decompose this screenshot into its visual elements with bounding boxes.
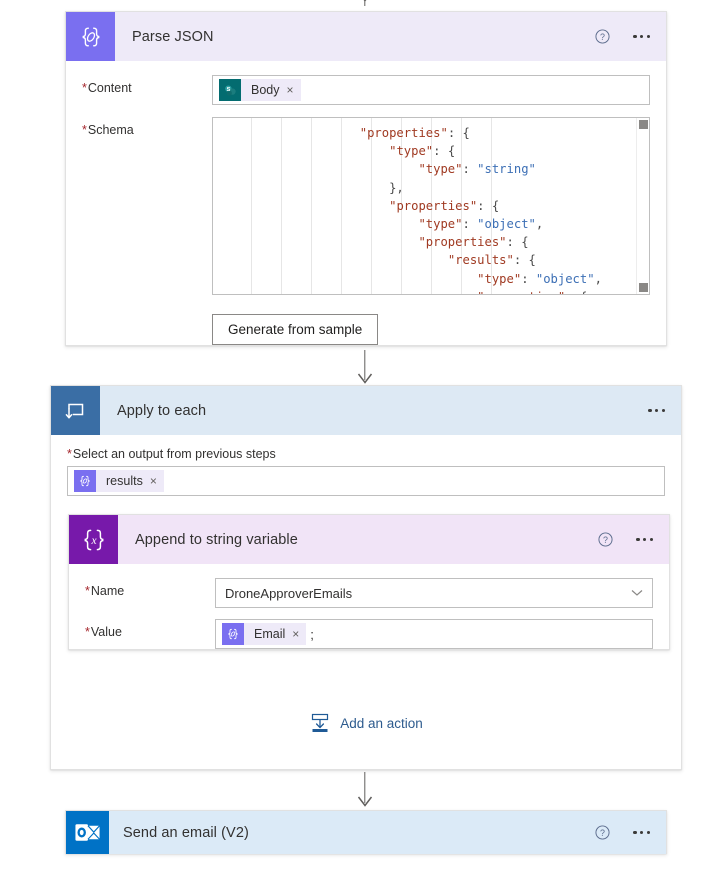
flow-designer-canvas: Parse JSON ? *Content S Body × *Schema "… [0,0,704,871]
connector-apply-to-each-to-send-email [343,772,387,810]
help-icon[interactable]: ? [595,825,610,840]
add-an-action-label: Add an action [340,715,423,731]
required-asterisk: * [82,123,87,137]
svg-text:x: x [90,535,97,547]
parse-json-icon [74,470,96,492]
action-card-append-to-string-variable[interactable]: x Append to string variable ? *Name Dron… [68,514,670,650]
field-value: *Value Email × ; [69,608,669,649]
generate-from-sample-button[interactable]: Generate from sample [212,314,379,345]
required-asterisk: * [85,584,90,598]
token-label-results: results [106,474,143,488]
card-title-send-an-email-v2: Send an email (V2) [123,824,249,841]
scope-card-apply-to-each[interactable]: Apply to each *Select an output from pre… [50,385,682,770]
token-remove-results[interactable]: × [150,475,164,487]
svg-text:?: ? [603,535,608,545]
svg-text:?: ? [600,32,605,42]
more-commands-button-apply-to-each[interactable] [644,403,669,418]
arrow-head-icon [357,796,373,807]
value-trailing-text: ; [310,626,314,642]
dynamic-token-body[interactable]: S Body × [219,79,301,101]
variable-name-value: DroneApproverEmails [225,585,353,601]
schema-code-text[interactable]: "properties": { "type": { "type": "strin… [213,118,649,294]
card-title-parse-json: Parse JSON [132,28,214,45]
field-label-schema: *Schema [82,123,134,137]
field-name: *Name DroneApproverEmails [69,564,669,608]
card-header-send-an-email-v2[interactable]: Send an email (V2) ? [66,811,666,854]
select-output-input[interactable]: results × [67,466,665,496]
field-schema: *Schema "properties": {"type": {"type"… [66,105,666,345]
field-content: *Content S Body × [66,61,666,105]
required-asterisk: * [67,447,72,461]
loop-icon [51,386,100,435]
variable-name-dropdown[interactable]: DroneApproverEmails [215,578,653,608]
card-title-apply-to-each: Apply to each [117,402,207,419]
arrow-head-icon [357,373,373,384]
variable-value-input[interactable]: Email × ; [215,619,653,649]
field-label-content: *Content [82,81,132,95]
dynamic-token-email[interactable]: Email × [222,623,307,645]
card-body-parse-json: *Content S Body × *Schema "properties": … [66,61,666,345]
field-label-name: *Name [85,584,125,598]
token-remove-body[interactable]: × [287,84,301,96]
parse-json-icon [66,12,115,61]
parse-json-icon [222,623,244,645]
help-icon[interactable]: ? [595,29,610,44]
action-card-send-an-email-v2[interactable]: Send an email (V2) ? [65,810,667,854]
scroll-down-button[interactable] [639,283,648,292]
chevron-down-icon[interactable] [631,589,643,597]
scroll-up-button[interactable] [639,120,648,129]
connector-parse-json-to-apply-to-each [343,350,387,386]
required-asterisk: * [82,81,87,95]
card-body-append-to-string-variable: *Name DroneApproverEmails *Value Email ×… [69,564,669,649]
outlook-icon [66,811,109,854]
field-label-select-output: *Select an output from previous steps [67,447,276,461]
card-header-parse-json[interactable]: Parse JSON ? [66,12,666,61]
content-input[interactable]: S Body × [212,75,650,105]
add-an-action-button[interactable]: Add an action [51,712,681,734]
required-asterisk: * [85,625,90,639]
help-icon[interactable]: ? [598,532,613,547]
card-body-apply-to-each: *Select an output from previous steps re… [51,435,681,732]
action-card-parse-json[interactable]: Parse JSON ? *Content S Body × *Schema "… [65,11,667,346]
arrow-head-icon [363,0,367,2]
card-header-append-to-string-variable[interactable]: x Append to string variable ? [69,515,669,564]
card-header-apply-to-each[interactable]: Apply to each [51,386,681,435]
variables-icon: x [69,515,118,564]
add-action-icon [312,713,329,732]
token-remove-email[interactable]: × [292,628,306,640]
token-label-email: Email [254,627,286,641]
token-label-body: Body [251,83,280,97]
schema-editor[interactable]: "properties": { "type": { "type": "strin… [212,117,650,295]
card-title-append-to-string-variable: Append to string variable [135,531,298,548]
field-label-value: *Value [85,625,122,639]
sharepoint-icon: S [219,79,241,101]
svg-text:?: ? [600,828,605,838]
connector-into-parse-json [343,0,387,10]
more-commands-button-parse-json[interactable] [629,29,654,44]
svg-text:S: S [226,86,230,92]
schema-scrollbar[interactable] [636,118,649,294]
more-commands-button-append-to-string-variable[interactable] [632,532,657,547]
more-commands-button-send-an-email-v2[interactable] [629,825,654,840]
dynamic-token-results[interactable]: results × [74,470,164,492]
